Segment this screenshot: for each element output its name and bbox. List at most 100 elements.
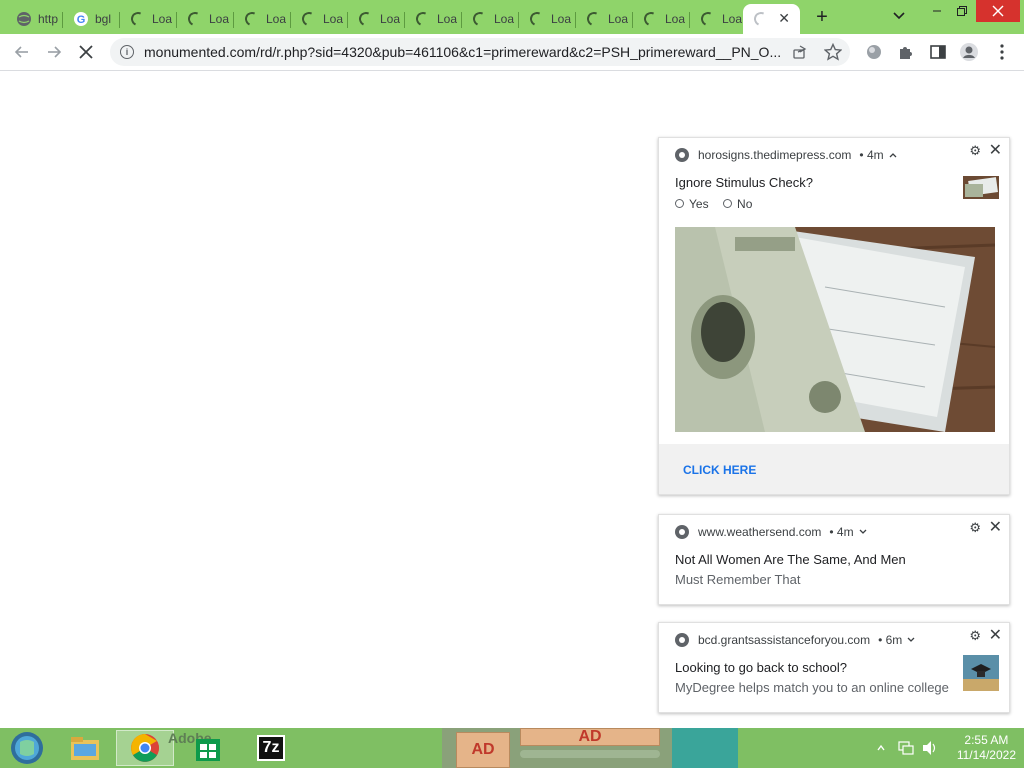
restore-button[interactable] (946, 0, 978, 22)
extensions-puzzle-icon[interactable] (896, 42, 916, 62)
chevron-down-icon[interactable] (892, 8, 906, 22)
side-panel-icon[interactable] (928, 42, 948, 62)
site-info-icon[interactable]: i (120, 45, 134, 59)
chevron-down-icon[interactable] (858, 527, 868, 537)
notification-source: bcd.grantsassistanceforyou.com (698, 633, 871, 647)
option-no[interactable]: No (723, 197, 752, 211)
radio-icon (675, 199, 684, 208)
stop-loading-button[interactable] (76, 42, 96, 62)
graduation-thumbnail (963, 655, 999, 691)
notification-settings-icon[interactable]: ⚙ (969, 628, 981, 644)
notification-settings-icon[interactable]: ⚙ (969, 143, 981, 159)
tab-11[interactable]: Loa (576, 4, 633, 34)
tab-title: Loa (209, 12, 230, 26)
loading-icon (699, 10, 717, 28)
chevron-down-icon[interactable] (906, 635, 916, 645)
notification-settings-icon[interactable]: ⚙ (969, 520, 981, 536)
loading-icon (471, 10, 489, 28)
click-here-button[interactable]: CLICK HERE (683, 463, 756, 477)
tab-9[interactable]: Loa (462, 4, 519, 34)
notification-title: Not All Women Are The Same, And Men (675, 552, 906, 567)
tab-6[interactable]: Loa (291, 4, 348, 34)
notification-title: Ignore Stimulus Check? (675, 175, 814, 190)
tab-title: Loa (551, 12, 572, 26)
notification-close-icon[interactable]: ✕ (989, 625, 1002, 645)
restore-icon (957, 6, 967, 16)
bookmark-star-icon[interactable] (824, 43, 842, 61)
notification-header: horosigns.thedimepress.com • 4m (675, 148, 898, 162)
windows-taskbar: Adobe 7z AD AD 2:55 AM 11/14/2022 (0, 728, 1024, 768)
notification-weathersend[interactable]: www.weathersend.com • 4m ⚙ ✕ Not All Wom… (658, 514, 1010, 605)
money-image (675, 227, 995, 432)
loading-icon (129, 10, 147, 28)
ad-badge[interactable]: AD (456, 732, 510, 768)
system-clock[interactable]: 2:55 AM 11/14/2022 (957, 733, 1016, 763)
tab-active[interactable]: ✕ (743, 4, 800, 34)
svg-text:G: G (77, 14, 86, 26)
notification-body: Must Remember That (675, 572, 801, 587)
forward-button[interactable] (44, 42, 64, 62)
new-tab-button[interactable]: + (812, 7, 832, 27)
notification-age: • 4m (829, 525, 854, 539)
browser-toolbar: i monumented.com/rd/r.php?sid=4320&pub=4… (0, 34, 1024, 71)
loading-icon (300, 10, 318, 28)
loading-icon (186, 10, 204, 28)
profile-avatar-icon[interactable] (959, 42, 979, 62)
file-explorer-icon[interactable] (60, 730, 110, 766)
tab-13[interactable]: Loa (690, 4, 747, 34)
volume-icon[interactable] (921, 740, 939, 756)
back-button[interactable] (12, 42, 32, 62)
tab-strip: http Gbgl Loa Loa Loa Loa Loa Loa Loa Loa Loa Loa Lo… (0, 0, 1024, 34)
ad-overlay-strip: AD AD (442, 728, 738, 768)
share-icon[interactable] (792, 44, 808, 60)
notification-action-bar: CLICK HERE (659, 444, 1009, 494)
tab-7[interactable]: Loa (348, 4, 405, 34)
ad-banner[interactable]: AD (520, 728, 660, 746)
tab-10[interactable]: Loa (519, 4, 576, 34)
loading-icon (357, 10, 375, 28)
tab-4[interactable]: Loa (177, 4, 234, 34)
loading-icon (528, 10, 546, 28)
tab-5[interactable]: Loa (234, 4, 291, 34)
window-close-button[interactable] (976, 0, 1020, 22)
network-icon[interactable] (897, 740, 915, 756)
tab-8[interactable]: Loa (405, 4, 462, 34)
start-orb-icon[interactable] (6, 730, 48, 766)
menu-kebab-icon[interactable] (992, 42, 1012, 62)
option-yes[interactable]: Yes (675, 197, 709, 211)
tab-title: http (38, 12, 59, 26)
chevron-up-icon[interactable] (888, 150, 898, 160)
tab-12[interactable]: Loa (633, 4, 690, 34)
tab-title: bgl (95, 12, 112, 26)
tab-2[interactable]: Gbgl (63, 4, 120, 34)
chrome-icon (675, 633, 689, 647)
google-icon: G (73, 11, 89, 27)
ad-teal-block (672, 728, 738, 768)
address-bar[interactable]: i monumented.com/rd/r.php?sid=4320&pub=4… (110, 38, 850, 66)
notification-header: www.weathersend.com • 4m (675, 525, 868, 539)
extension-puck-icon[interactable] (864, 42, 884, 62)
clock-time: 2:55 AM (964, 733, 1009, 747)
tab-3[interactable]: Loa (120, 4, 177, 34)
loading-icon (752, 10, 770, 28)
tab-title: Loa (380, 12, 401, 26)
7zip-taskbar-button[interactable]: 7z (246, 730, 296, 766)
store-icon[interactable] (182, 730, 234, 766)
notification-grants[interactable]: bcd.grantsassistanceforyou.com • 6m ⚙ ✕ … (658, 622, 1010, 713)
notification-close-icon[interactable]: ✕ (989, 517, 1002, 537)
chrome-icon (131, 734, 159, 762)
chrome-taskbar-button[interactable] (116, 730, 174, 766)
notification-stimulus[interactable]: horosigns.thedimepress.com • 4m ⚙ ✕ Igno… (658, 137, 1010, 495)
notification-close-icon[interactable]: ✕ (989, 140, 1002, 160)
loading-icon (642, 10, 660, 28)
close-tab-icon[interactable]: ✕ (778, 10, 790, 27)
loading-icon (585, 10, 603, 28)
back-arrow-icon (14, 46, 28, 58)
tab-1[interactable]: http (6, 4, 63, 34)
clock-date: 11/14/2022 (956, 748, 1016, 762)
globe-icon (16, 11, 32, 27)
notification-thumbnail (963, 176, 999, 199)
notification-options: Yes No (675, 195, 762, 213)
show-hidden-icons-icon[interactable] (876, 743, 886, 753)
url-text[interactable]: monumented.com/rd/r.php?sid=4320&pub=461… (144, 44, 784, 60)
